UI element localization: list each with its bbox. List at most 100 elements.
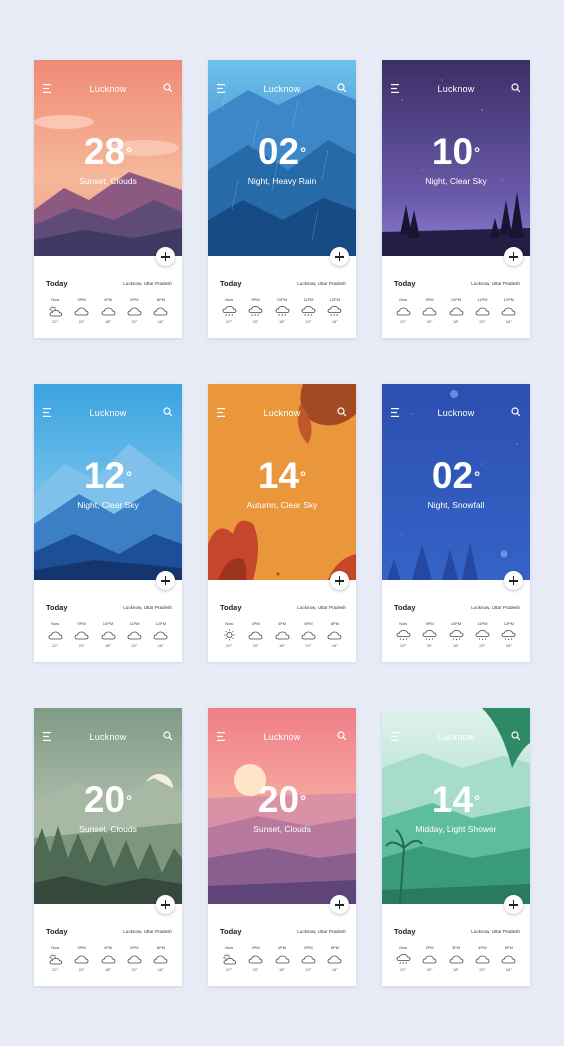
- hour-forecast-item: Now 22°: [390, 297, 416, 324]
- cloud-icon: [396, 307, 411, 316]
- search-icon[interactable]: [511, 407, 521, 417]
- hour-temperature: 18°: [278, 643, 286, 648]
- add-button[interactable]: [156, 571, 175, 590]
- hour-forecast-item: 3PM 20°: [242, 945, 268, 972]
- condition-label: Sunset, Clouds: [253, 824, 311, 834]
- add-button[interactable]: [504, 247, 523, 266]
- hour-time: 10PM: [276, 297, 288, 302]
- add-button[interactable]: [156, 247, 175, 266]
- hourly-forecast: Now 22° 3PM 20° 4PM 18° 5PM 22° 6PM 16°: [216, 621, 348, 648]
- hour-forecast-item: 4PM 22°: [469, 945, 495, 972]
- add-button[interactable]: [504, 571, 523, 590]
- temperature: 20°: [83, 779, 133, 820]
- hour-time: 4PM: [478, 945, 487, 950]
- add-button[interactable]: [330, 895, 349, 914]
- hour-temperature: 22°: [226, 967, 233, 972]
- today-label: Today: [394, 603, 416, 612]
- cloud-icon: [153, 307, 168, 316]
- hour-time: 3PM: [451, 945, 461, 950]
- hour-temperature: 22°: [226, 319, 233, 324]
- cloud-icon: [248, 955, 263, 964]
- hour-forecast-item: 11PM 22°: [121, 621, 147, 648]
- hour-forecast-item: Now 22°: [216, 621, 242, 648]
- rain-cloud-icon: [301, 306, 316, 317]
- hour-temperature: 22°: [52, 319, 59, 324]
- hour-forecast-item: Now 22°: [216, 297, 242, 324]
- city-name: Lucknow: [263, 408, 301, 418]
- search-icon[interactable]: [337, 731, 347, 741]
- add-button[interactable]: [504, 895, 523, 914]
- cloud-icon: [501, 955, 516, 964]
- snow-cloud-icon: [475, 630, 490, 641]
- hour-forecast-item: 2PM 20°: [416, 945, 442, 972]
- hour-time: 9PM: [425, 297, 434, 302]
- hourly-forecast: Now 22° 3PM 20° 4PM 18° 5PM 22° 6PM 16°: [42, 945, 174, 972]
- hour-time: Now: [225, 945, 234, 950]
- search-icon[interactable]: [337, 407, 347, 417]
- hour-time: Now: [399, 297, 408, 302]
- weather-card: Lucknow 02° Night, Heavy Rain Today Luck…: [208, 60, 356, 338]
- temperature: 20°: [257, 779, 307, 820]
- cloud-icon: [475, 307, 490, 316]
- add-button[interactable]: [330, 247, 349, 266]
- hour-time: 5PM: [304, 621, 313, 626]
- search-icon[interactable]: [163, 731, 173, 741]
- search-icon[interactable]: [163, 83, 173, 93]
- temperature: 10°: [431, 131, 481, 172]
- cloud-icon: [422, 307, 437, 316]
- hour-temperature: 22°: [305, 643, 312, 648]
- weather-hero: Lucknow 14° Midday, Light Shower: [382, 708, 530, 904]
- hour-time: Now: [225, 297, 234, 302]
- hour-time: 10PM: [450, 297, 462, 302]
- add-button[interactable]: [330, 571, 349, 590]
- hour-time: 11PM: [477, 297, 488, 302]
- hour-forecast-item: 4PM 18°: [95, 945, 121, 972]
- cloud-icon: [153, 631, 168, 640]
- search-icon[interactable]: [163, 407, 173, 417]
- hour-temperature: 18°: [452, 643, 460, 648]
- cloud-icon: [327, 631, 342, 640]
- cloud-icon: [248, 631, 263, 640]
- hour-forecast-item: 5PM 22°: [121, 945, 147, 972]
- search-icon[interactable]: [337, 83, 347, 93]
- snow-cloud-icon: [396, 630, 411, 641]
- hour-temperature: 20°: [78, 643, 85, 648]
- hour-time: 9PM: [425, 621, 434, 626]
- rain-cloud-icon: [248, 306, 263, 317]
- hour-temperature: 20°: [426, 967, 433, 972]
- hour-temperature: 20°: [252, 643, 259, 648]
- search-icon[interactable]: [511, 731, 521, 741]
- hour-forecast-item: 10PM 18°: [443, 621, 469, 648]
- weather-hero: Lucknow 28° Sunset, Clouds: [34, 60, 182, 256]
- condition-label: Sunset, Clouds: [79, 824, 137, 834]
- hour-forecast-item: 5PM 22°: [121, 297, 147, 324]
- hour-time: 11PM: [477, 621, 488, 626]
- hour-temperature: 20°: [426, 643, 433, 648]
- weather-card: Lucknow 14° Autumn, Clear Sky Today Luck…: [208, 384, 356, 662]
- hourly-forecast: Now 22° 3PM 20° 4PM 18° 5PM 22° 6PM 16°: [42, 297, 174, 324]
- condition-label: Night, Clear Sky: [425, 176, 487, 186]
- location-label: Lucknow, Uttar Pradesh: [123, 281, 172, 286]
- location-label: Lucknow, Uttar Pradesh: [297, 281, 346, 286]
- rain-cloud-icon: [396, 954, 411, 965]
- today-label: Today: [46, 927, 68, 936]
- cloud-icon: [127, 631, 142, 640]
- city-name: Lucknow: [89, 84, 127, 94]
- search-icon[interactable]: [511, 83, 521, 93]
- today-label: Today: [46, 279, 68, 288]
- temperature: 02°: [431, 455, 481, 496]
- hour-time: 12PM: [503, 297, 515, 302]
- weather-card: Lucknow 14° Midday, Light Shower Today L…: [382, 708, 530, 986]
- weather-hero: Lucknow 02° Night, Snowfall: [382, 384, 530, 580]
- hour-temperature: 16°: [157, 643, 164, 648]
- hour-temperature: 16°: [331, 643, 338, 648]
- add-button[interactable]: [156, 895, 175, 914]
- cloud-icon: [101, 307, 115, 316]
- hour-temperature: 20°: [252, 319, 259, 324]
- temperature: 14°: [257, 455, 307, 496]
- cloud-icon: [74, 307, 89, 316]
- weather-card: Lucknow 02° Night, Snowfall Today Luckno…: [382, 384, 530, 662]
- hour-time: 10PM: [450, 621, 462, 626]
- hour-temperature: 20°: [426, 319, 433, 324]
- location-label: Lucknow, Uttar Pradesh: [471, 929, 520, 934]
